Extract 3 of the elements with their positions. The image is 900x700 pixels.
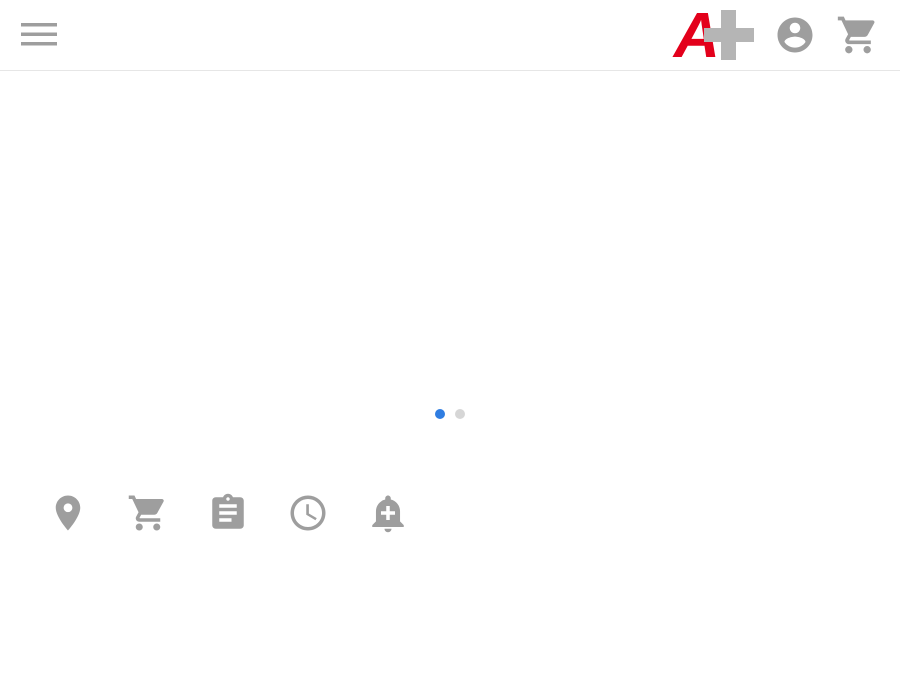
carousel-dot[interactable]: [435, 409, 445, 419]
carousel-dot[interactable]: [455, 409, 465, 419]
menu-button[interactable]: [21, 22, 57, 48]
